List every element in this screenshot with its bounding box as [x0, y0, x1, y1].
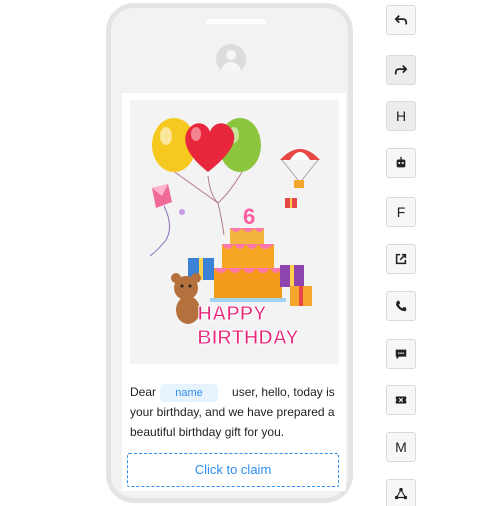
editor-stage: 6 HAPPY BIRTHDAY Dear name user, hello, …: [0, 0, 478, 506]
markdown-icon: M: [395, 439, 407, 455]
font-icon: F: [396, 204, 406, 220]
redo-icon: [394, 65, 408, 75]
birthday-picture[interactable]: 6 HAPPY BIRTHDAY: [130, 100, 339, 364]
font-button[interactable]: F: [386, 197, 416, 227]
robot-button[interactable]: [386, 148, 416, 178]
heading-button[interactable]: H: [386, 101, 416, 131]
message-text: Dear name user, hello, today is your birth…: [130, 382, 342, 442]
avatar-body: [221, 62, 241, 74]
avatar-head: [226, 50, 236, 60]
banner-birthday: BIRTHDAY: [197, 327, 299, 349]
banner-happy: HAPPY: [198, 303, 268, 325]
share-icon: [394, 487, 408, 500]
open-external-icon: [395, 253, 407, 265]
phone-button[interactable]: [386, 291, 416, 321]
ticket-icon: [395, 396, 407, 404]
phone-preview: 6 HAPPY BIRTHDAY Dear name user, hello, …: [106, 3, 353, 503]
undo-button[interactable]: [386, 5, 416, 35]
open-external-button[interactable]: [386, 244, 416, 274]
ticket-button[interactable]: [386, 385, 416, 415]
message-icon: [395, 349, 407, 360]
share-button[interactable]: [386, 479, 416, 506]
message-screen: 6 HAPPY BIRTHDAY Dear name user, hello, …: [122, 93, 346, 491]
message-button[interactable]: [386, 339, 416, 369]
phone-notch: [206, 19, 266, 24]
cake-number: 6: [243, 204, 255, 229]
avatar: [216, 44, 246, 74]
phone-icon: [396, 300, 407, 312]
click-to-claim-button[interactable]: Click to claim: [127, 453, 339, 487]
name-variable-chip[interactable]: name: [160, 384, 219, 402]
undo-icon: [394, 15, 408, 25]
markdown-button[interactable]: M: [386, 432, 416, 462]
heading-icon: H: [395, 108, 407, 124]
message-prefix: Dear: [130, 385, 157, 399]
redo-button[interactable]: [386, 55, 416, 85]
robot-icon: [396, 156, 406, 168]
birthday-illustration: 6 HAPPY BIRTHDAY: [149, 118, 320, 350]
